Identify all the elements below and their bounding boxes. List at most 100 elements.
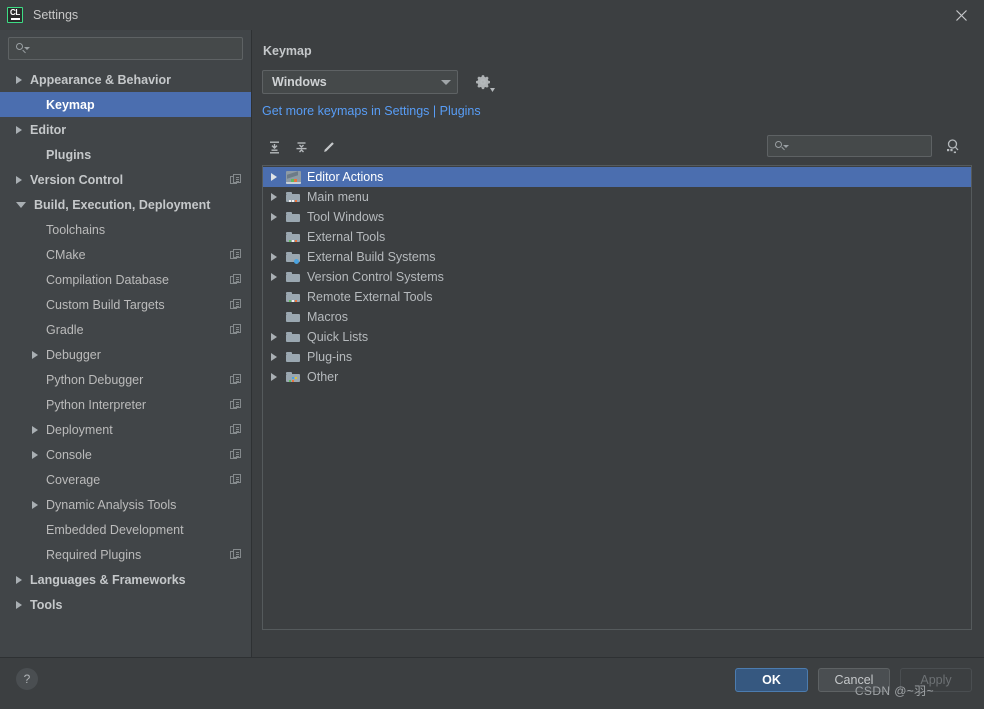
sidebar-item-label: Required Plugins <box>46 547 142 562</box>
sidebar-item-python-interpreter[interactable]: Python Interpreter <box>0 392 251 417</box>
sidebar-item-tools[interactable]: Tools <box>0 592 251 617</box>
sidebar-item-version-control[interactable]: Version Control <box>0 167 251 192</box>
sidebar-item-label: Plugins <box>46 147 92 162</box>
tree-row[interactable]: Other <box>263 367 971 387</box>
tree-row[interactable]: Editor Actions <box>263 167 971 187</box>
keymap-panel: Keymap Windows Get more keymaps in Setti… <box>252 30 984 658</box>
sidebar-item-required-plugins[interactable]: Required Plugins <box>0 542 251 567</box>
sidebar-item-toolchains[interactable]: Toolchains <box>0 217 251 242</box>
tree-row[interactable]: Plug-ins <box>263 347 971 367</box>
collapse-all-icon[interactable] <box>289 135 313 159</box>
keymap-action-tree[interactable]: Editor Actions Main menu Tool Windows Exter… <box>262 165 972 630</box>
window-title: Settings <box>33 8 79 22</box>
sidebar-item-label: Console <box>46 447 92 462</box>
sidebar-item-keymap[interactable]: Keymap <box>0 92 251 117</box>
close-icon[interactable] <box>938 0 984 30</box>
chevron-right-icon[interactable] <box>16 575 22 584</box>
chevron-right-icon[interactable] <box>271 273 277 281</box>
folder-icon <box>286 311 301 324</box>
sidebar-item-debugger[interactable]: Debugger <box>0 342 251 367</box>
tree-row[interactable]: External Tools <box>263 227 971 247</box>
keymap-dropdown-value: Windows <box>272 75 327 89</box>
settings-search-input[interactable] <box>8 37 243 60</box>
sidebar-item-label: Coverage <box>46 472 101 487</box>
keymap-search-input[interactable] <box>767 135 932 157</box>
chevron-right-icon[interactable] <box>271 253 277 261</box>
cancel-button[interactable]: Cancel <box>818 668 890 692</box>
sidebar-item-languages-frameworks[interactable]: Languages & Frameworks <box>0 567 251 592</box>
sidebar-item-embedded-development[interactable]: Embedded Development <box>0 517 251 542</box>
tree-row-label: Quick Lists <box>307 330 369 344</box>
chevron-right-icon[interactable] <box>16 600 22 609</box>
chevron-right-icon[interactable] <box>32 425 38 434</box>
edit-pencil-icon[interactable] <box>316 135 340 159</box>
sidebar-item-editor[interactable]: Editor <box>0 117 251 142</box>
tree-row[interactable]: External Build Systems <box>263 247 971 267</box>
help-button[interactable]: ? <box>16 668 38 690</box>
chevron-down-icon[interactable] <box>16 201 26 208</box>
folder-icon <box>286 211 301 224</box>
gear-icon[interactable] <box>472 71 495 93</box>
get-more-keymaps-link[interactable]: Get more keymaps in Settings | Plugins <box>262 104 481 118</box>
sidebar-item-plugins[interactable]: Plugins <box>0 142 251 167</box>
project-scope-icon <box>230 274 241 285</box>
tree-row[interactable]: Macros <box>263 307 971 327</box>
ok-button[interactable]: OK <box>735 668 808 692</box>
chevron-right-icon[interactable] <box>271 173 277 181</box>
chevron-right-icon[interactable] <box>271 193 277 201</box>
chevron-right-icon[interactable] <box>271 373 277 381</box>
sidebar-item-label: Keymap <box>46 97 95 112</box>
sidebar-item-appearance-behavior[interactable]: Appearance & Behavior <box>0 67 251 92</box>
editor-actions-icon <box>286 170 301 184</box>
sidebar-item-console[interactable]: Console <box>0 442 251 467</box>
tree-row[interactable]: Remote External Tools <box>263 287 971 307</box>
tree-row-label: Main menu <box>307 190 369 204</box>
sidebar-item-label: Custom Build Targets <box>46 297 165 312</box>
expand-all-glyph <box>269 141 279 153</box>
sidebar-item-gradle[interactable]: Gradle <box>0 317 251 342</box>
sidebar-item-coverage[interactable]: Coverage <box>0 467 251 492</box>
sidebar-item-label: Build, Execution, Deployment <box>34 197 211 212</box>
chevron-right-icon[interactable] <box>271 213 277 221</box>
page-title: Keymap <box>263 44 312 58</box>
chevron-right-icon[interactable] <box>16 125 22 134</box>
tree-row-label: Tool Windows <box>307 210 385 224</box>
tree-row[interactable]: Main menu <box>263 187 971 207</box>
sidebar-item-deployment[interactable]: Deployment <box>0 417 251 442</box>
chevron-right-icon[interactable] <box>32 350 38 359</box>
chevron-right-icon[interactable] <box>16 175 22 184</box>
tree-row[interactable]: Version Control Systems <box>263 267 971 287</box>
sidebar-item-build-execution-deployment[interactable]: Build, Execution, Deployment <box>0 192 251 217</box>
shortcut-search-container <box>767 135 932 157</box>
chevron-right-icon[interactable] <box>32 500 38 509</box>
find-by-shortcut-icon[interactable] <box>942 135 964 157</box>
keymap-selector-row: Windows <box>262 70 972 94</box>
sidebar-item-cmake[interactable]: CMake <box>0 242 251 267</box>
sidebar-item-label: Embedded Development <box>46 522 184 537</box>
tree-row[interactable]: Tool Windows <box>263 207 971 227</box>
folder-icon <box>286 351 301 364</box>
sidebar-item-label: Python Interpreter <box>46 397 147 412</box>
project-scope-icon <box>230 324 241 335</box>
sidebar-item-dynamic-analysis-tools[interactable]: Dynamic Analysis Tools <box>0 492 251 517</box>
chevron-right-icon[interactable] <box>271 333 277 341</box>
chevron-right-icon[interactable] <box>16 75 22 84</box>
chevron-right-icon[interactable] <box>271 353 277 361</box>
settings-category-tree: Appearance & Behavior Keymap Editor Plugins… <box>0 66 251 658</box>
sidebar-item-python-debugger[interactable]: Python Debugger <box>0 367 251 392</box>
sidebar-item-compilation-database[interactable]: Compilation Database <box>0 267 251 292</box>
tree-row[interactable]: Quick Lists <box>263 327 971 347</box>
chevron-right-icon[interactable] <box>32 450 38 459</box>
sidebar-item-custom-build-targets[interactable]: Custom Build Targets <box>0 292 251 317</box>
expand-all-icon[interactable] <box>262 135 286 159</box>
folder-icon <box>286 191 301 204</box>
keymap-dropdown[interactable]: Windows <box>262 70 458 94</box>
